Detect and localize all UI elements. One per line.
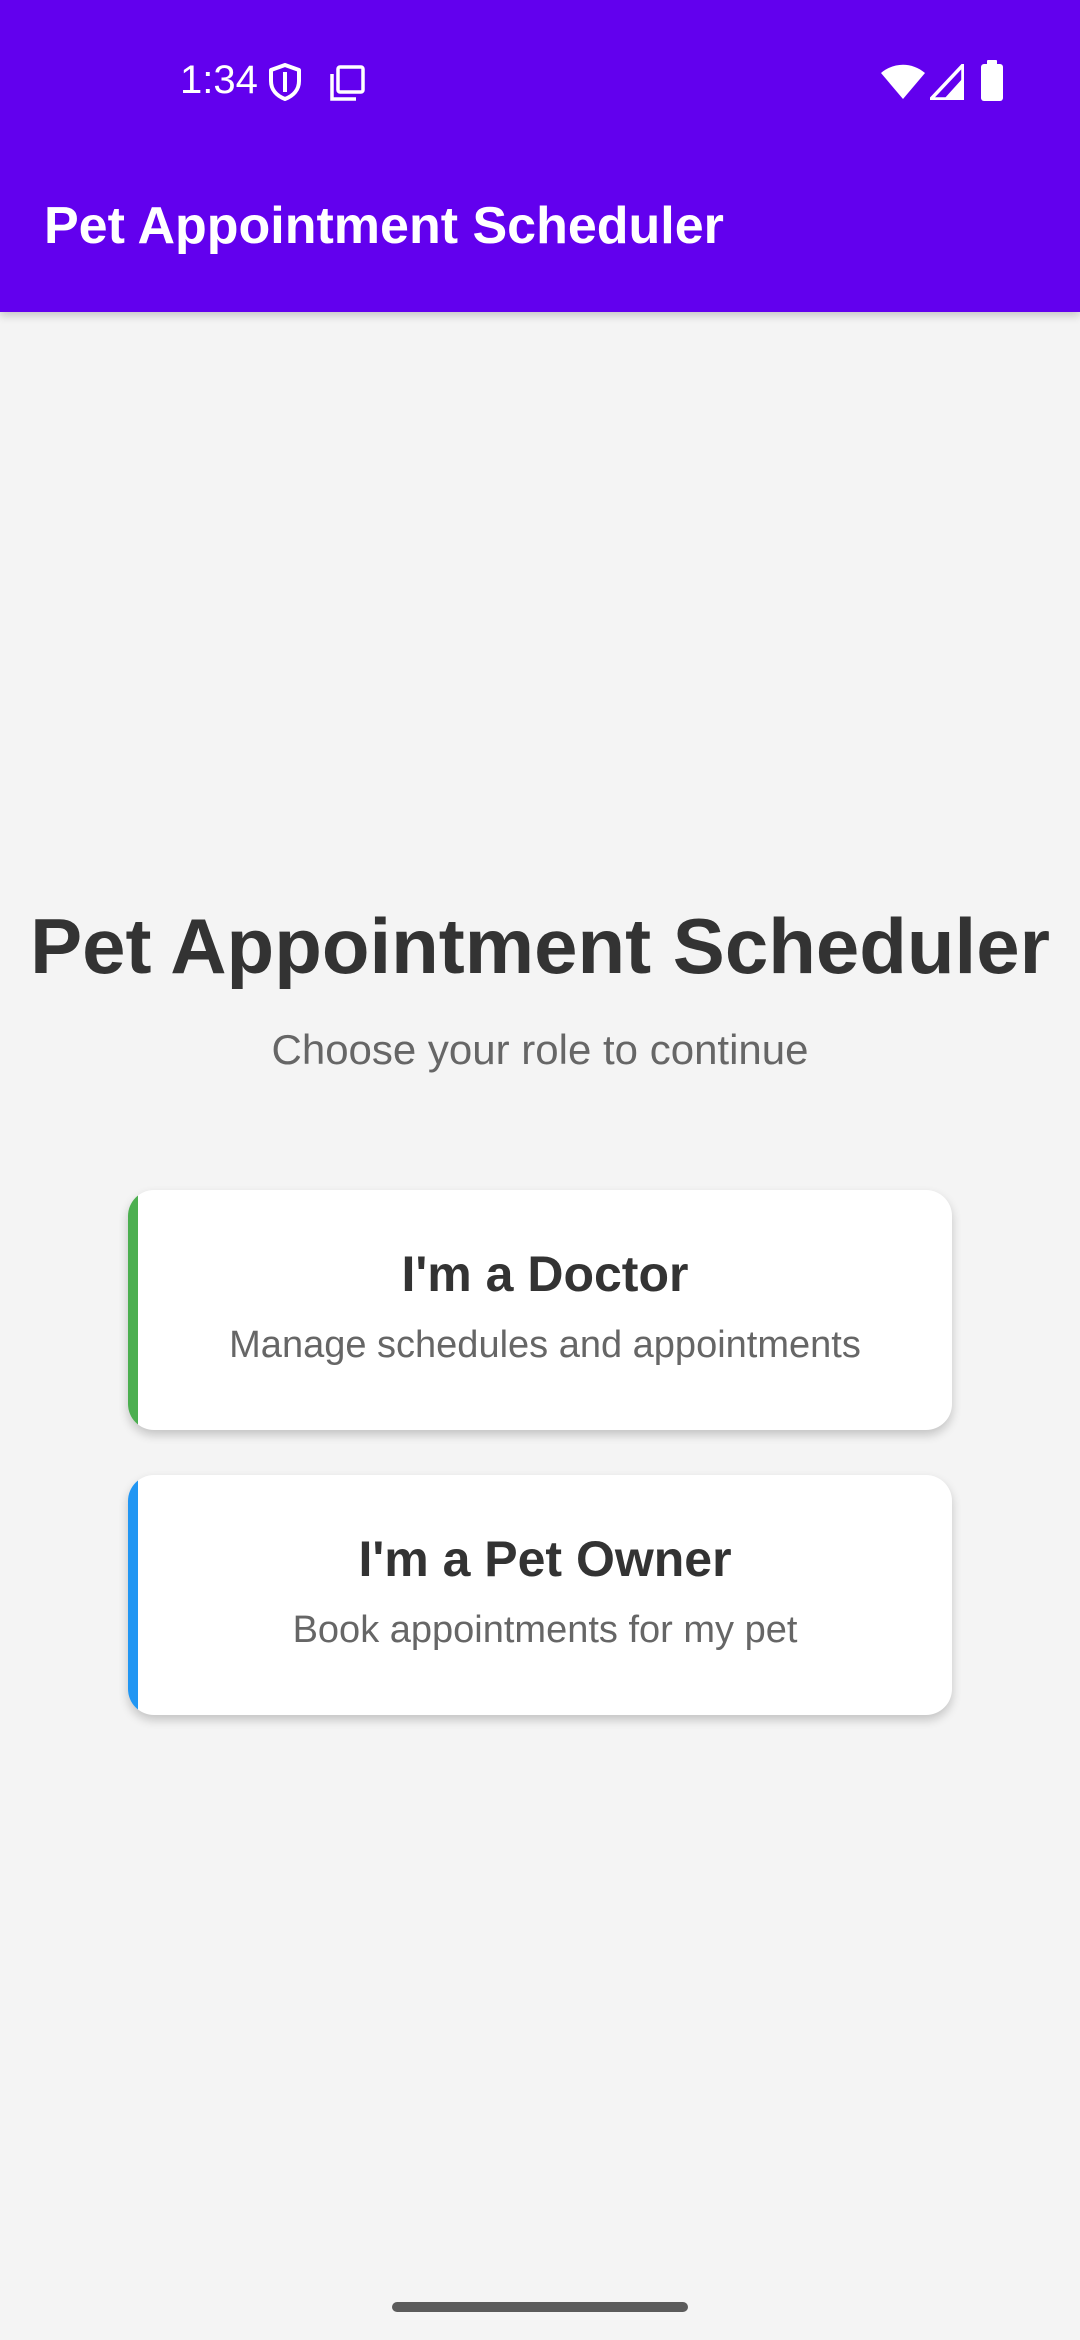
doctor-card-title: I'm a Doctor bbox=[401, 1246, 689, 1302]
pet-owner-card-accent bbox=[128, 1475, 138, 1715]
page-subtitle: Choose your role to continue bbox=[271, 1026, 809, 1073]
doctor-card-description: Manage schedules and appointments bbox=[229, 1324, 861, 1366]
sim-card-icon bbox=[330, 65, 365, 101]
shield-icon bbox=[269, 63, 301, 101]
signal-icon bbox=[930, 64, 964, 100]
pet-owner-role-card[interactable]: I'm a Pet Owner Book appointments for my… bbox=[128, 1475, 952, 1715]
pet-owner-card-title: I'm a Pet Owner bbox=[358, 1531, 732, 1587]
app-bar-title: Pet Appointment Scheduler bbox=[44, 197, 724, 255]
status-time: 1:34 bbox=[180, 58, 258, 102]
app-header: 1:34 Pet Appointment Scheduler bbox=[0, 0, 1080, 312]
pet-owner-card-description: Book appointments for my pet bbox=[292, 1609, 798, 1651]
wifi-icon bbox=[881, 64, 925, 99]
home-indicator[interactable] bbox=[392, 2302, 688, 2312]
doctor-card-accent bbox=[128, 1190, 138, 1430]
doctor-role-card[interactable]: I'm a Doctor Manage schedules and appoin… bbox=[128, 1190, 952, 1430]
status-bar: 1:34 bbox=[0, 0, 1080, 140]
page-title: Pet Appointment Scheduler bbox=[30, 902, 1050, 990]
battery-icon bbox=[981, 60, 1003, 101]
